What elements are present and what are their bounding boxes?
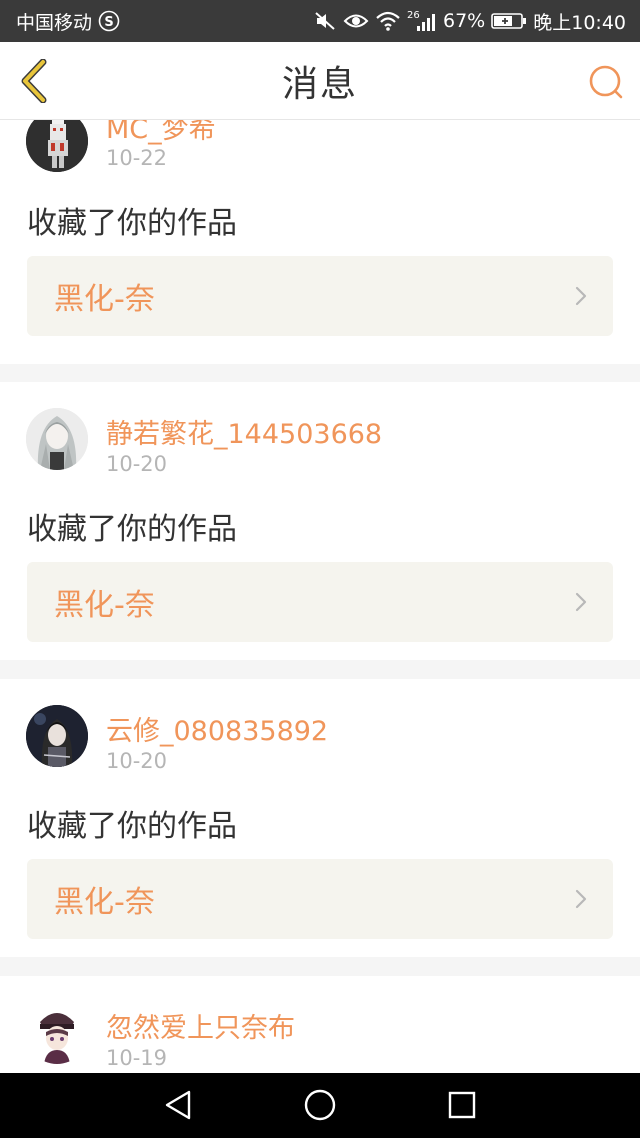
- page-title: 消息: [281, 64, 358, 105]
- chevron-right-icon: [575, 592, 587, 612]
- nav-back-button[interactable]: [158, 1085, 198, 1125]
- action-text: 收藏了你的作品: [27, 206, 237, 241]
- message-card: 静若繁花_144503668 10-20 收藏了你的作品 黑化-奈: [0, 382, 640, 660]
- battery-icon: [491, 11, 527, 31]
- message-list[interactable]: MC_梦希 10-22 收藏了你的作品 黑化-奈 静若繁花_144503668 …: [0, 120, 640, 1073]
- search-button[interactable]: [586, 62, 626, 102]
- chevron-right-icon: [575, 286, 587, 306]
- message-date: 10-22: [106, 146, 168, 170]
- avatar[interactable]: [26, 1002, 88, 1064]
- action-text: 收藏了你的作品: [27, 512, 237, 547]
- avatar[interactable]: [26, 408, 88, 470]
- search-icon: [589, 65, 623, 99]
- work-link[interactable]: 黑化-奈: [27, 562, 613, 642]
- user-name[interactable]: 云修_080835892: [106, 709, 328, 748]
- message-card: 云修_080835892 10-20 收藏了你的作品 黑化-奈: [0, 679, 640, 957]
- carrier-s-icon: S: [98, 10, 120, 32]
- message-date: 10-20: [106, 749, 168, 773]
- work-link[interactable]: 黑化-奈: [27, 859, 613, 939]
- network-badge: 26: [407, 10, 420, 21]
- message-date: 10-19: [106, 1046, 168, 1070]
- chevron-right-icon: [575, 889, 587, 909]
- message-card: 忽然爱上只奈布 10-19: [0, 976, 640, 1073]
- work-link[interactable]: 黑化-奈: [27, 256, 613, 336]
- mute-icon: [313, 10, 337, 32]
- back-triangle-icon: [165, 1090, 191, 1120]
- eye-icon: [343, 11, 369, 31]
- nav-recents-button[interactable]: [442, 1085, 482, 1125]
- user-name[interactable]: 静若繁花_144503668: [106, 412, 382, 451]
- signal-icon: 26: [407, 9, 437, 33]
- svg-text:S: S: [104, 15, 113, 30]
- user-name[interactable]: MC_梦希: [106, 120, 216, 146]
- user-name[interactable]: 忽然爱上只奈布: [106, 1006, 295, 1045]
- screen: 中国移动 S 26 67% 晚上10:40 消息 MC_梦希 10-22 收藏了…: [0, 0, 640, 1138]
- wifi-icon: [375, 10, 401, 32]
- system-nav-bar: [0, 1073, 640, 1138]
- status-time: 晚上10:40: [533, 11, 626, 34]
- recents-square-icon: [448, 1091, 476, 1119]
- avatar[interactable]: [26, 705, 88, 767]
- status-right: 26 67% 晚上10:40: [313, 8, 626, 35]
- home-circle-icon: [304, 1089, 336, 1121]
- app-header: 消息: [0, 42, 640, 120]
- action-text: 收藏了你的作品: [27, 809, 237, 844]
- carrier-name: 中国移动: [16, 11, 93, 34]
- avatar[interactable]: [26, 120, 88, 172]
- message-card: MC_梦希 10-22 收藏了你的作品 黑化-奈: [0, 120, 640, 364]
- status-bar: 中国移动 S 26 67% 晚上10:40: [0, 0, 640, 42]
- nav-home-button[interactable]: [300, 1085, 340, 1125]
- work-title: 黑化-奈: [54, 885, 155, 920]
- work-title: 黑化-奈: [54, 588, 155, 623]
- message-date: 10-20: [106, 452, 168, 476]
- status-left: 中国移动 S: [16, 8, 120, 35]
- battery-percent: 67%: [443, 10, 486, 32]
- work-title: 黑化-奈: [54, 282, 155, 317]
